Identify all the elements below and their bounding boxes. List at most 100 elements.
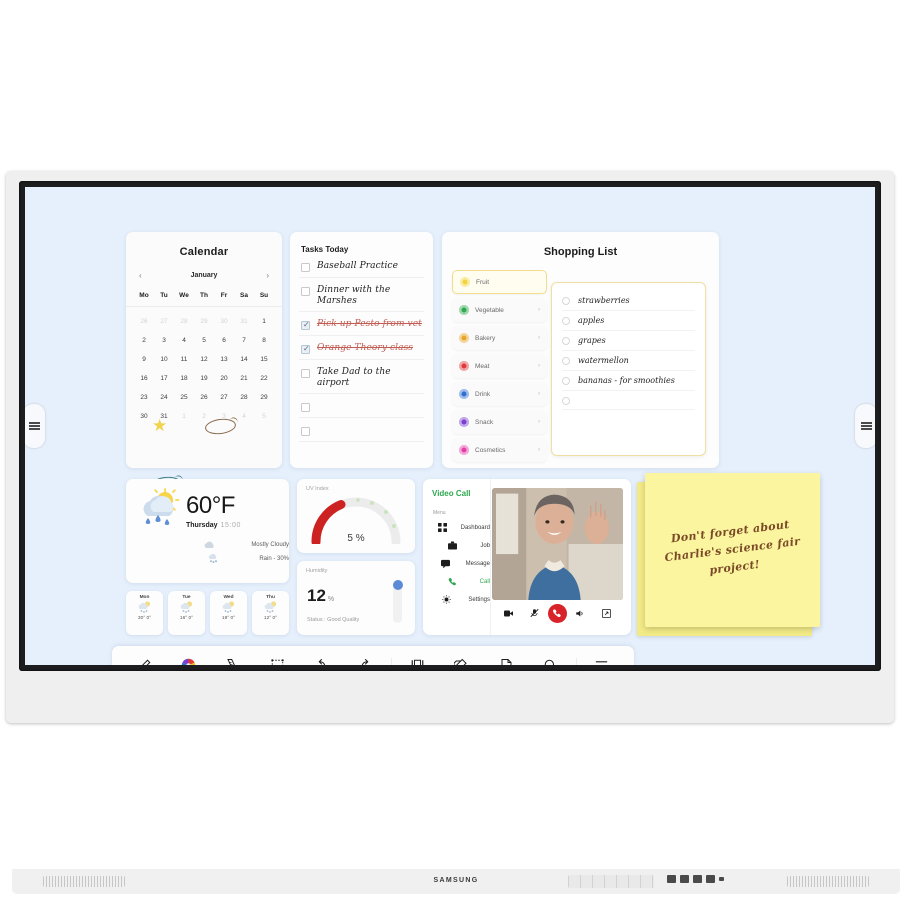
shopping-item-checkbox[interactable]	[562, 297, 570, 305]
task-checkbox[interactable]	[301, 320, 310, 330]
calendar-day-cell[interactable]: 8	[254, 331, 274, 350]
shopping-item-row[interactable]: strawberries	[562, 291, 695, 311]
forecast-card[interactable]: Mon 30° 0°	[126, 591, 163, 635]
calendar-day-cell[interactable]: 11	[174, 350, 194, 369]
calendar-day-cell[interactable]: 29	[194, 312, 214, 331]
bottom-toolbar[interactable]: PenPaletteMath ToolsSelectUndoRedo PagesN…	[112, 646, 634, 665]
shopping-item-row[interactable]: apples	[562, 311, 695, 331]
chevron-right-icon[interactable]: ›	[538, 447, 540, 453]
humidity-widget[interactable]: Humidity 12% Status : Good Quality	[297, 561, 415, 635]
task-checkbox[interactable]	[301, 427, 310, 436]
shopping-category-bakery[interactable]: Bakery ›	[452, 326, 547, 350]
task-checkbox[interactable]	[301, 344, 310, 354]
forecast-card[interactable]: Thu 12° 0°	[252, 591, 289, 635]
chevron-right-icon[interactable]: ›	[538, 363, 540, 369]
speaker-icon[interactable]	[575, 609, 585, 618]
task-row[interactable]: Take Dad to the airport	[299, 360, 424, 394]
calendar-day-cell[interactable]: 5	[254, 407, 274, 426]
humidity-slider[interactable]	[392, 580, 403, 623]
toolbar-button-miniboard[interactable]: Miniboard	[484, 658, 528, 665]
camera-icon[interactable]	[504, 609, 514, 618]
calendar-day-cell[interactable]: 25	[174, 388, 194, 407]
calendar-day-cell[interactable]: 20	[214, 369, 234, 388]
task-row[interactable]: Dinner with the Marshes	[299, 278, 424, 312]
calendar-day-cell[interactable]: 31	[234, 312, 254, 331]
video-call-feed[interactable]	[492, 488, 623, 600]
calendar-day-cell[interactable]: 4	[174, 331, 194, 350]
chevron-right-icon[interactable]: ›	[538, 307, 540, 313]
calendar-day-cell[interactable]: 10	[154, 350, 174, 369]
task-checkbox[interactable]	[301, 263, 310, 272]
calendar-day-cell[interactable]: 21	[234, 369, 254, 388]
calendar-day-cell[interactable]: 22	[254, 369, 274, 388]
calendar-day-cell[interactable]: 24	[154, 388, 174, 407]
toolbar-button-pages[interactable]: Pages	[395, 658, 439, 665]
toolbar-button-menu[interactable]: Menu	[580, 658, 624, 665]
calendar-day-cell[interactable]: 27	[154, 312, 174, 331]
toolbar-button-pen[interactable]: Pen	[122, 658, 166, 665]
shopping-item-checkbox[interactable]	[562, 397, 570, 405]
calendar-day-cell[interactable]: 15	[254, 350, 274, 369]
calendar-day-cell[interactable]: 6	[214, 331, 234, 350]
calendar-day-cell[interactable]: 12	[194, 350, 214, 369]
task-row[interactable]	[299, 394, 424, 418]
task-checkbox[interactable]	[301, 369, 310, 378]
shopping-category-snack[interactable]: Snack ›	[452, 410, 547, 434]
screen-canvas[interactable]: Calendar ‹ January › Mo Tu We Th Fr Sa Su 26 27…	[25, 187, 875, 665]
calendar-day-cell[interactable]: 18	[174, 369, 194, 388]
calendar-day-cell[interactable]: 28	[174, 312, 194, 331]
calendar-day-cell[interactable]: 30	[214, 312, 234, 331]
calendar-day-cell[interactable]: 5	[194, 331, 214, 350]
calendar-day-cell[interactable]: 26	[194, 388, 214, 407]
calendar-day-cell[interactable]: 9	[134, 350, 154, 369]
humidity-slider-knob[interactable]	[392, 580, 403, 590]
tasks-widget[interactable]: Tasks Today Baseball Practice Dinner with…	[290, 232, 433, 468]
calendar-widget[interactable]: Calendar ‹ January › Mo Tu We Th Fr Sa Su 26 27…	[126, 232, 282, 494]
video-call-menu-item-message[interactable]: Message	[432, 559, 490, 568]
shopping-item-row[interactable]: watermellon	[562, 351, 695, 371]
video-call-menu-item-settings[interactable]: Settings	[432, 595, 490, 604]
expand-icon[interactable]	[601, 608, 611, 618]
shopping-category-vegetable[interactable]: Vegetable ›	[452, 298, 547, 322]
calendar-day-cell[interactable]: 30	[134, 407, 154, 426]
calendar-day-cell[interactable]: 1	[174, 407, 194, 426]
forecast-card[interactable]: Tue 16° 0°	[168, 591, 205, 635]
shopping-category-cosmetics[interactable]: Cosmetics ›	[452, 438, 547, 462]
calendar-day-cell[interactable]: 28	[234, 388, 254, 407]
calendar-day-grid[interactable]: 26 27 28 29 30 31 1 2 3 4 5 6 7 8 9 10 11 12 13 14 15 16 17 18 1…	[126, 312, 282, 426]
uv-index-widget[interactable]: UV Index 5 %	[297, 479, 415, 553]
sticky-note[interactable]: Don't forget about Charlie's science fai…	[645, 473, 820, 627]
chevron-right-icon[interactable]: ›	[538, 419, 540, 425]
calendar-day-cell[interactable]: 16	[134, 369, 154, 388]
task-checkbox[interactable]	[301, 287, 310, 296]
calendar-day-cell[interactable]: 23	[134, 388, 154, 407]
shopping-item-checkbox[interactable]	[562, 317, 570, 325]
calendar-day-cell[interactable]: 29	[254, 388, 274, 407]
shopping-item-row[interactable]: bananas - for smoothies	[562, 371, 695, 391]
shopping-category-drink[interactable]: Drink ›	[452, 382, 547, 406]
calendar-day-cell[interactable]: 14	[234, 350, 254, 369]
control-touch-panel[interactable]	[568, 875, 654, 888]
shopping-item-checkbox[interactable]	[562, 337, 570, 345]
toolbar-button-search[interactable]: Search	[528, 658, 572, 665]
task-row[interactable]: Baseball Practice	[299, 254, 424, 278]
weather-widget[interactable]: 60°F Thursday 15:00 Mostly Cloudy Rain -…	[126, 479, 289, 583]
left-handle-tab[interactable]	[25, 404, 45, 448]
toolbar-button-palette[interactable]: Palette	[166, 658, 210, 665]
calendar-day-cell[interactable]: 2	[134, 331, 154, 350]
toolbar-button-undo[interactable]: Undo	[299, 658, 343, 665]
chevron-right-icon[interactable]: ›	[538, 391, 540, 397]
video-call-menu-item-job[interactable]: Job	[432, 541, 490, 550]
forecast-card[interactable]: Wed 18° 0°	[210, 591, 247, 635]
shopping-item-row[interactable]	[562, 391, 695, 410]
task-checkbox[interactable]	[301, 403, 310, 412]
task-row[interactable]	[299, 418, 424, 442]
calendar-day-cell[interactable]: 17	[154, 369, 174, 388]
shopping-list-widget[interactable]: Shopping List Fruit Vegetable › Bakery › Meat…	[442, 232, 719, 468]
toolbar-button-redo[interactable]: Redo	[344, 658, 388, 665]
calendar-day-cell[interactable]: 19	[194, 369, 214, 388]
task-row[interactable]: Orange Theory class	[299, 336, 424, 360]
toolbar-button-math-tools[interactable]: Math Tools	[211, 658, 255, 665]
task-row[interactable]: Pick up Pesto from vet	[299, 312, 424, 336]
video-call-menu-item-call[interactable]: Call	[432, 577, 490, 586]
